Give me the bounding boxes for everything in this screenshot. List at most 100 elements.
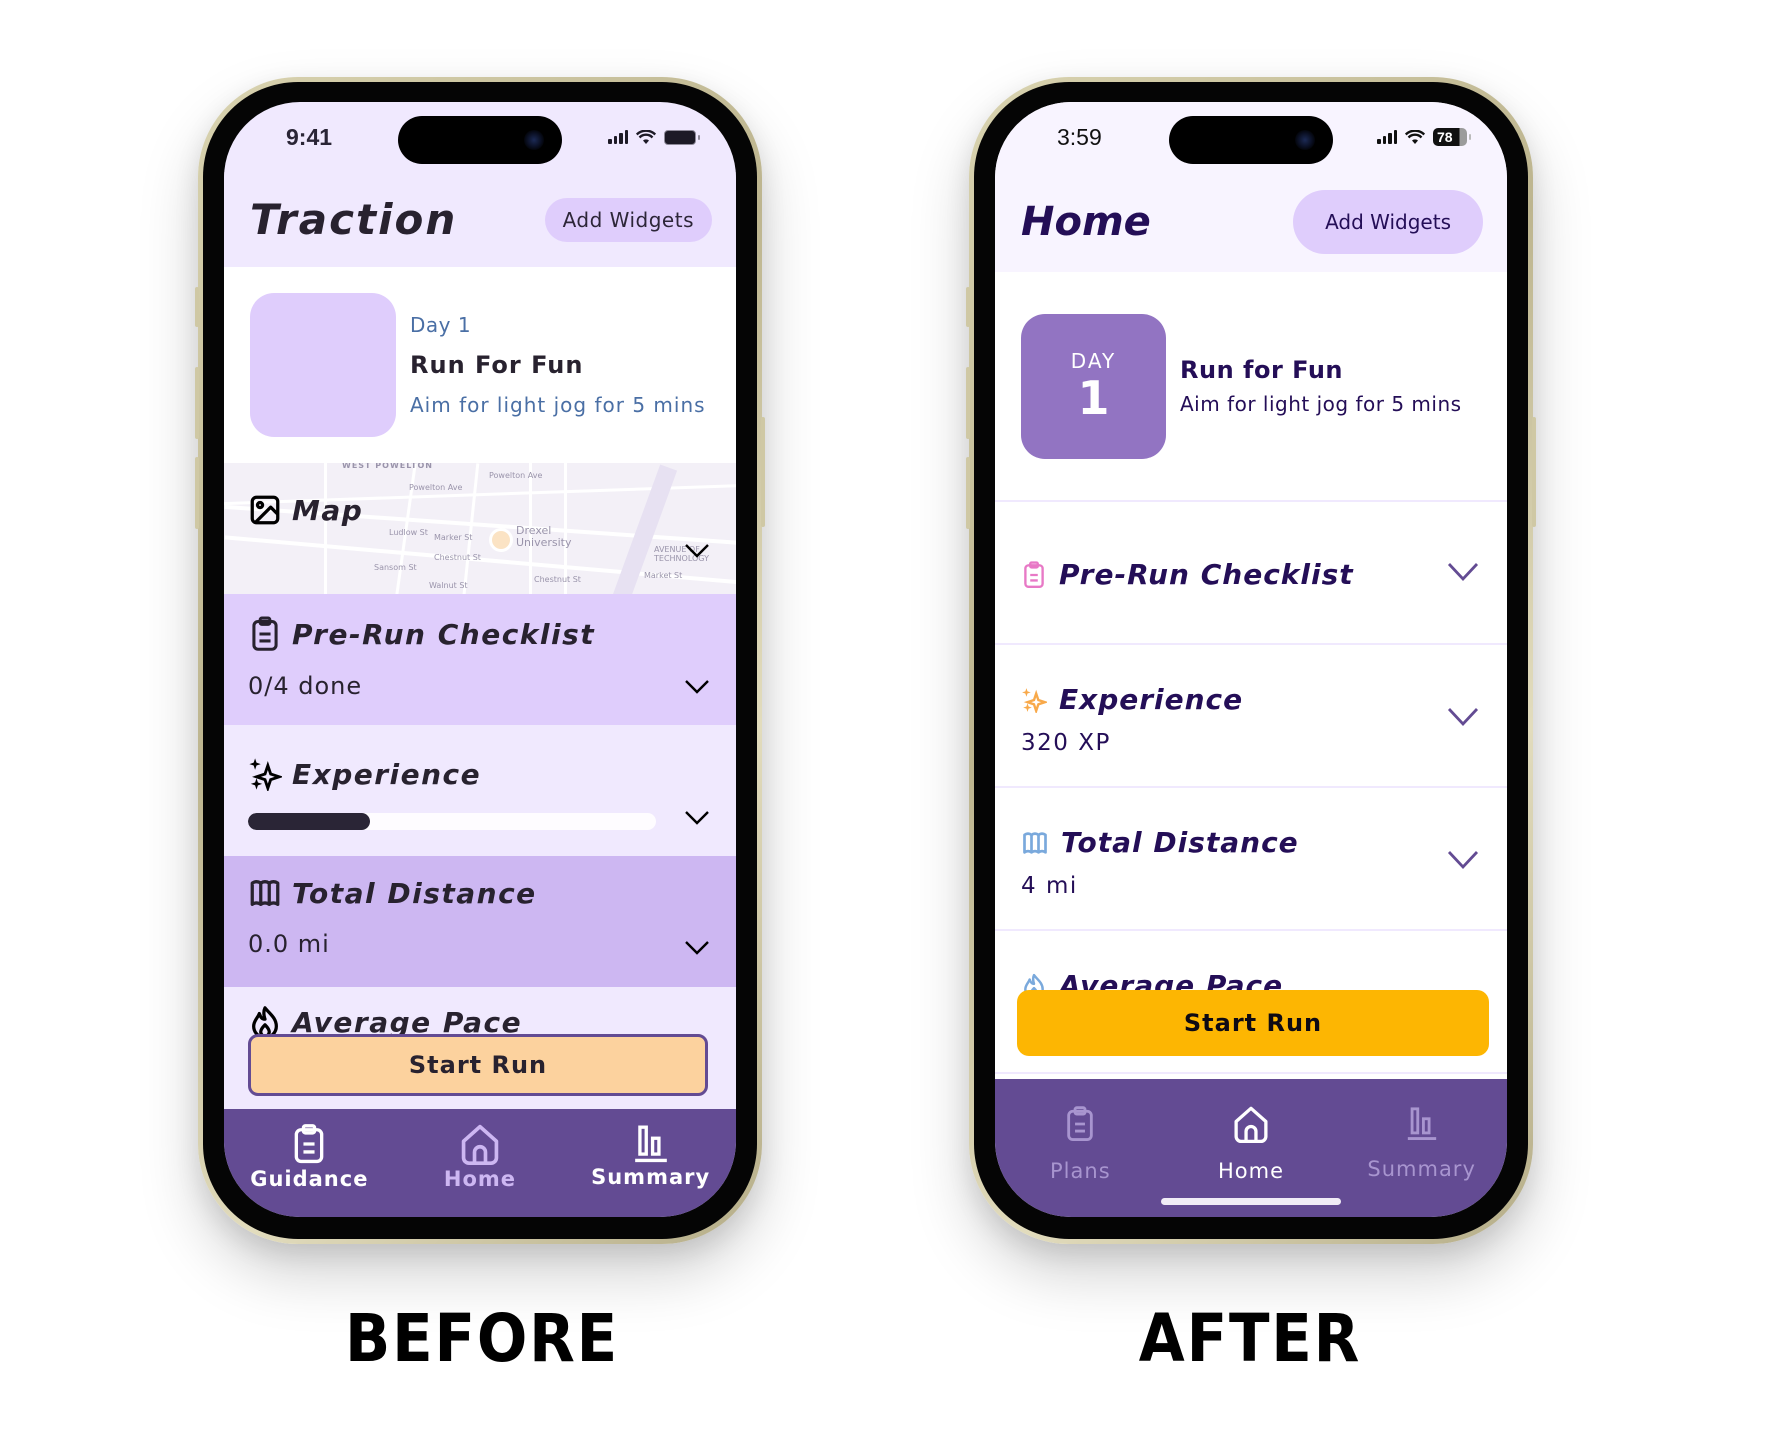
widget-experience[interactable]: Experience 320 XP xyxy=(995,645,1507,788)
xp-progress-fill xyxy=(248,813,371,830)
plan-card[interactable]: DAY 1 Run for Fun Aim for light jog for … xyxy=(995,272,1507,502)
volume-up-button xyxy=(966,367,970,439)
widget-experience[interactable]: Experience xyxy=(224,725,736,856)
widget-value: 4 mi xyxy=(1021,873,1078,899)
app-title: Home xyxy=(1021,199,1151,245)
bar-chart-icon xyxy=(634,1125,667,1163)
battery-level: 78 xyxy=(1437,129,1453,145)
map-street-label: Walnut St xyxy=(429,581,468,590)
side-button xyxy=(966,287,970,327)
map-street-label: Chestnut St xyxy=(534,575,581,584)
dynamic-island xyxy=(398,116,562,164)
wifi-icon xyxy=(1405,129,1425,144)
widget-total-distance[interactable]: Total Distance 4 mi xyxy=(995,788,1507,931)
phone-bezel: 9:41 Traction Add Widgets Day 1 Run For … xyxy=(203,82,757,1239)
chevron-down-icon[interactable] xyxy=(684,543,710,559)
widget-value: 320 XP xyxy=(1021,730,1111,756)
chevron-down-icon[interactable] xyxy=(684,940,710,956)
battery-icon xyxy=(664,129,700,145)
after-phone: 3:59 78 Home Add Widgets DAY 1 Run for F… xyxy=(966,77,1536,1244)
status-time: 3:59 xyxy=(1057,123,1102,150)
status-time: 9:41 xyxy=(286,123,333,150)
add-widgets-button[interactable]: Add Widgets xyxy=(544,197,712,242)
sparkles-icon xyxy=(249,758,282,791)
plan-description: Aim for light jog for 5 mins xyxy=(410,393,706,417)
start-run-button[interactable]: Start Run xyxy=(1017,990,1489,1056)
cellular-signal-icon xyxy=(1377,130,1397,144)
image-icon xyxy=(250,495,280,525)
day-number: 1 xyxy=(1077,370,1110,425)
plan-title: Run For Fun xyxy=(410,351,584,379)
map-street-label: Drexel University xyxy=(516,524,572,550)
widget-pre-run-checklist[interactable]: Pre-Run Checklist xyxy=(995,502,1507,645)
widget-title: Pre-Run Checklist xyxy=(292,617,596,651)
chevron-down-icon[interactable] xyxy=(1447,850,1479,870)
side-button xyxy=(195,287,199,327)
bar-chart-icon xyxy=(1407,1107,1436,1140)
home-icon xyxy=(461,1124,499,1165)
power-button xyxy=(1532,417,1536,527)
nav-item-guidance[interactable]: Guidance xyxy=(234,1123,384,1191)
before-screen: 9:41 Traction Add Widgets Day 1 Run For … xyxy=(224,102,736,1217)
before-caption: BEFORE xyxy=(345,1300,620,1377)
day-badge: DAY 1 xyxy=(1021,313,1166,459)
widget-total-distance[interactable]: Total Distance 0.0 mi xyxy=(224,856,736,987)
plan-card[interactable]: Day 1 Run For Fun Aim for light jog for … xyxy=(224,267,736,463)
clipboard-icon xyxy=(1067,1106,1094,1141)
map-street-label: Powelton Ave xyxy=(409,483,463,492)
plan-day: Day 1 xyxy=(410,313,472,337)
plan-thumbnail xyxy=(250,293,396,437)
clipboard-icon xyxy=(252,616,278,651)
nav-item-summary[interactable]: Summary xyxy=(1347,1105,1497,1181)
nav-label: Summary xyxy=(591,1165,711,1189)
start-run-button[interactable]: Start Run xyxy=(248,1034,708,1096)
chevron-down-icon[interactable] xyxy=(1447,707,1479,727)
home-indicator[interactable] xyxy=(1161,1198,1341,1205)
nav-label: Home xyxy=(443,1167,517,1191)
wifi-icon xyxy=(636,129,656,144)
widget-title: Total Distance xyxy=(1061,826,1299,859)
map-street-label: Powelton Ave xyxy=(489,471,543,480)
add-widgets-button[interactable]: Add Widgets xyxy=(1293,190,1483,254)
widget-title: Experience xyxy=(1059,683,1244,716)
volume-up-button xyxy=(195,367,199,439)
map-street-label: Market St xyxy=(644,571,683,580)
map-street xyxy=(324,463,327,594)
dynamic-island xyxy=(1169,116,1333,164)
map-street-label: WEST POWELTON xyxy=(342,463,433,470)
after-screen: 3:59 78 Home Add Widgets DAY 1 Run for F… xyxy=(995,102,1507,1217)
nav-label: Plans xyxy=(1050,1159,1111,1183)
volume-down-button xyxy=(966,457,970,529)
day-label: DAY xyxy=(1070,348,1117,373)
nav-label: Summary xyxy=(1367,1157,1476,1181)
phone-bezel: 3:59 78 Home Add Widgets DAY 1 Run for F… xyxy=(974,82,1528,1239)
map-street-label: Marker St xyxy=(434,533,473,542)
status-icons: 78 xyxy=(1377,128,1471,146)
chevron-down-icon[interactable] xyxy=(684,679,710,695)
map-street-label: Sansom St xyxy=(374,563,417,572)
volume-down-button xyxy=(195,457,199,529)
nav-item-summary[interactable]: Summary xyxy=(576,1123,726,1189)
widget-title: Total Distance xyxy=(292,876,537,910)
map-location-pin xyxy=(489,528,513,552)
after-caption: AFTER xyxy=(1138,1300,1362,1377)
home-icon xyxy=(1234,1106,1268,1143)
bottom-nav: Guidance Home Summary xyxy=(224,1109,736,1217)
map-icon xyxy=(250,880,280,906)
nav-label: Guidance xyxy=(250,1167,369,1191)
nav-item-plans[interactable]: Plans xyxy=(1005,1105,1155,1183)
widget-pre-run-checklist[interactable]: Pre-Run Checklist 0/4 done xyxy=(224,594,736,725)
xp-progress-bar xyxy=(248,813,656,830)
app-header: Traction Add Widgets xyxy=(224,172,736,267)
nav-item-home[interactable]: Home xyxy=(1176,1105,1326,1183)
map-street-label: Chestnut St xyxy=(434,553,481,562)
chevron-down-icon[interactable] xyxy=(1447,562,1479,582)
chevron-down-icon[interactable] xyxy=(684,810,710,826)
widget-title: Pre-Run Checklist xyxy=(1059,558,1354,591)
nav-item-home[interactable]: Home xyxy=(405,1123,555,1191)
plan-title: Run for Fun xyxy=(1180,356,1343,384)
plan-text: Run for Fun Aim for light jog for 5 mins xyxy=(1180,356,1462,416)
plan-description: Aim for light jog for 5 mins xyxy=(1180,392,1462,416)
map-widget[interactable]: WEST POWELTON Powelton Ave Powelton Ave … xyxy=(224,463,736,594)
sparkles-icon xyxy=(1022,687,1047,713)
